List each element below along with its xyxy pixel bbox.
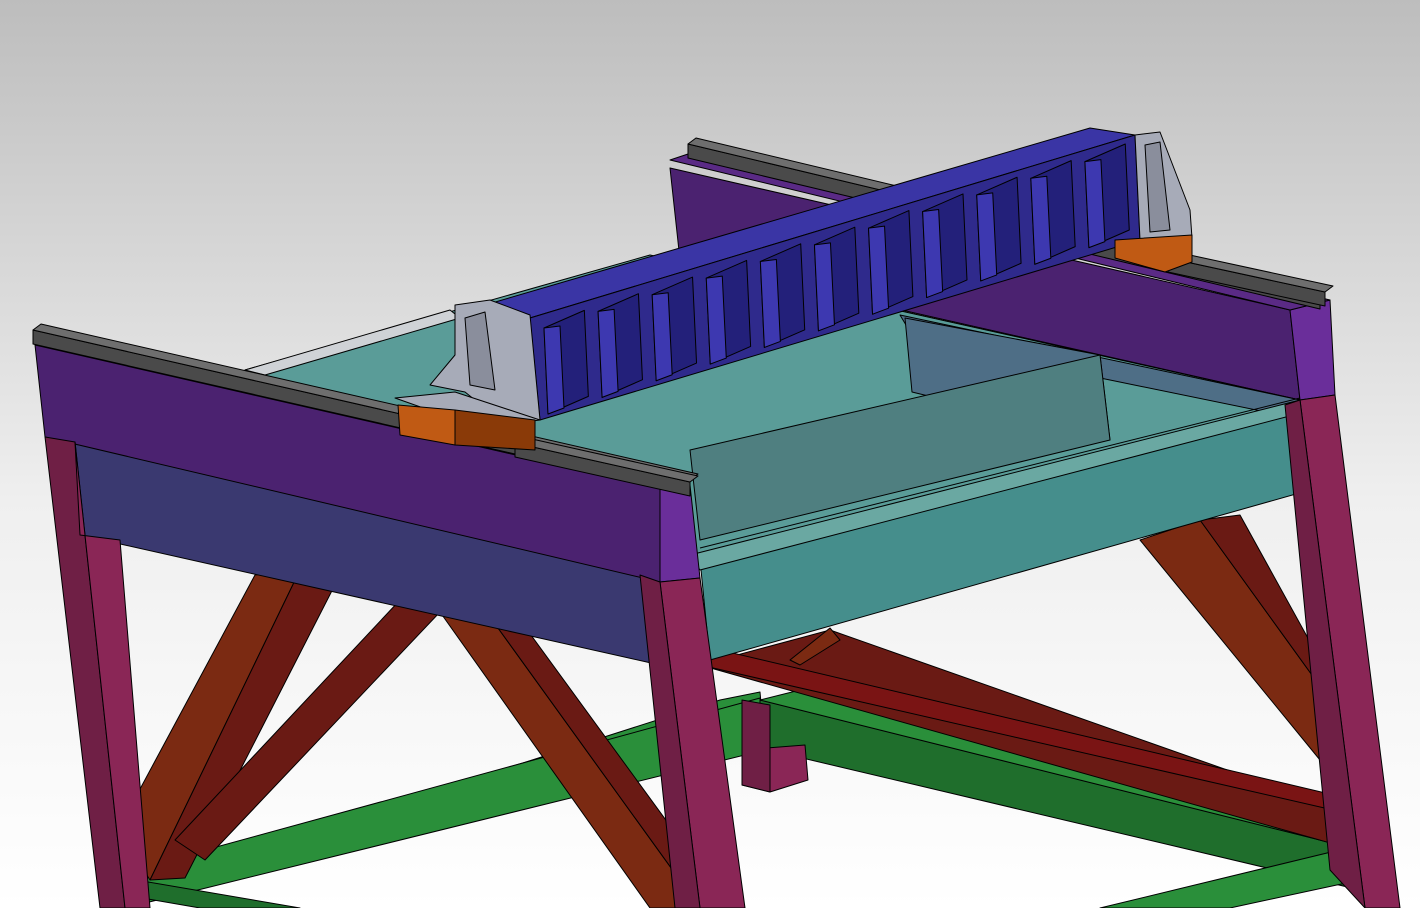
gantry-cell-wall-10	[1030, 175, 1052, 265]
gantry-cell-wall-3	[651, 292, 673, 382]
gantry-cell-wall-2	[597, 308, 619, 398]
far-leg-side	[741, 699, 771, 793]
gantry-cell-wall-7	[868, 225, 890, 315]
gantry-cell-wall-5	[759, 258, 781, 348]
cad-viewport[interactable]	[0, 0, 1420, 908]
cnc-frame-3d-model[interactable]	[0, 0, 1420, 908]
gantry-cell-wall-4	[705, 275, 727, 365]
gantry-cell-wall-8	[922, 209, 944, 299]
gantry-cell-wall-11	[1084, 159, 1106, 249]
gantry-cell-wall-6	[813, 242, 835, 332]
gantry-cell-wall-1	[543, 325, 565, 415]
gantry-cell-wall-9	[976, 192, 998, 282]
